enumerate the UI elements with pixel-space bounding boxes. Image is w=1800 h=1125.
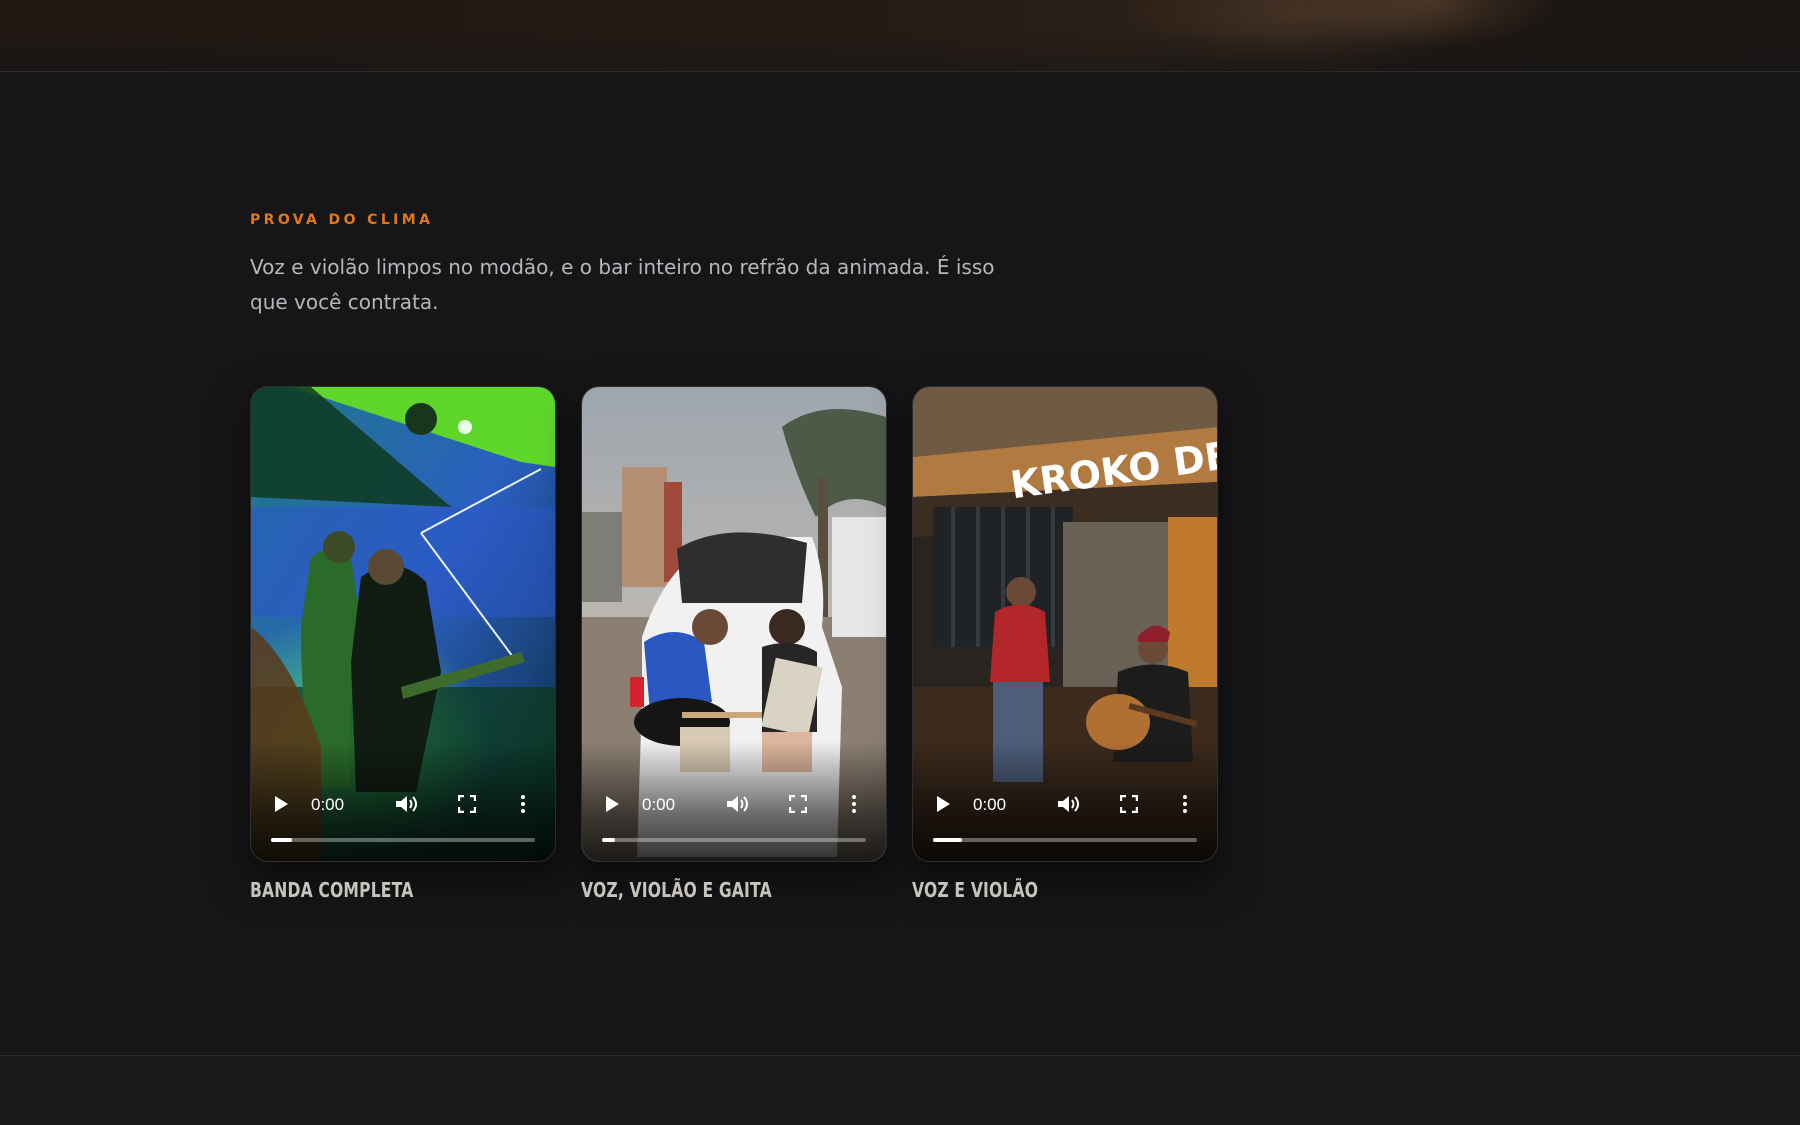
- more-options-icon[interactable]: [1181, 794, 1189, 814]
- fullscreen-icon[interactable]: [789, 795, 807, 813]
- play-icon[interactable]: [273, 795, 289, 813]
- video-time: 0:00: [311, 795, 345, 814]
- more-options-icon[interactable]: [850, 794, 858, 814]
- fullscreen-icon[interactable]: [458, 795, 476, 813]
- video-progress-bar[interactable]: [933, 838, 1197, 842]
- volume-icon[interactable]: [395, 794, 419, 814]
- play-icon[interactable]: [604, 795, 620, 813]
- video-progress-fill: [933, 838, 963, 842]
- page: PROVA DO CLIMA Voz e violão limpos no mo…: [0, 0, 1800, 1125]
- video-card: 0:00 BANDA COMPLETA: [250, 386, 556, 902]
- fullscreen-icon[interactable]: [1120, 795, 1138, 813]
- video-controls: 0:00: [913, 781, 1217, 861]
- video-progress-fill: [271, 838, 293, 842]
- hero-fade: [0, 31, 1800, 71]
- video-progress-bar[interactable]: [602, 838, 866, 842]
- video-caption: VOZ, VIOLÃO E GAITA: [581, 878, 772, 902]
- video-controls: 0:00: [251, 781, 555, 861]
- video-player[interactable]: KROKO DE 0:00: [912, 386, 1218, 862]
- volume-icon[interactable]: [1057, 794, 1081, 814]
- section-lead: Voz e violão limpos no modão, e o bar in…: [250, 255, 995, 314]
- footer: [0, 1056, 1800, 1125]
- video-progress-fill: [602, 838, 616, 842]
- video-time: 0:00: [642, 795, 676, 814]
- video-player[interactable]: 0:00: [581, 386, 887, 862]
- video-controls: 0:00: [582, 781, 886, 861]
- video-caption: BANDA COMPLETA: [250, 878, 414, 902]
- video-card: 0:00 VOZ, VIOLÃO E GAITA: [581, 386, 887, 902]
- video-progress-bar[interactable]: [271, 838, 535, 842]
- video-caption: VOZ E VIOLÃO: [912, 878, 1039, 902]
- video-time: 0:00: [973, 795, 1007, 814]
- volume-icon[interactable]: [726, 794, 750, 814]
- hero-image-strip: [0, 0, 1800, 72]
- play-icon[interactable]: [935, 795, 951, 813]
- video-card: KROKO DE 0:00 VOZ E VIOLÃO: [912, 386, 1218, 902]
- video-cards: 0:00 BANDA COMPLETA 0:00 VOZ, VIOLÃO E G…: [250, 386, 1220, 906]
- video-player[interactable]: 0:00: [250, 386, 556, 862]
- section-eyebrow: PROVA DO CLIMA: [250, 212, 434, 228]
- more-options-icon[interactable]: [519, 794, 527, 814]
